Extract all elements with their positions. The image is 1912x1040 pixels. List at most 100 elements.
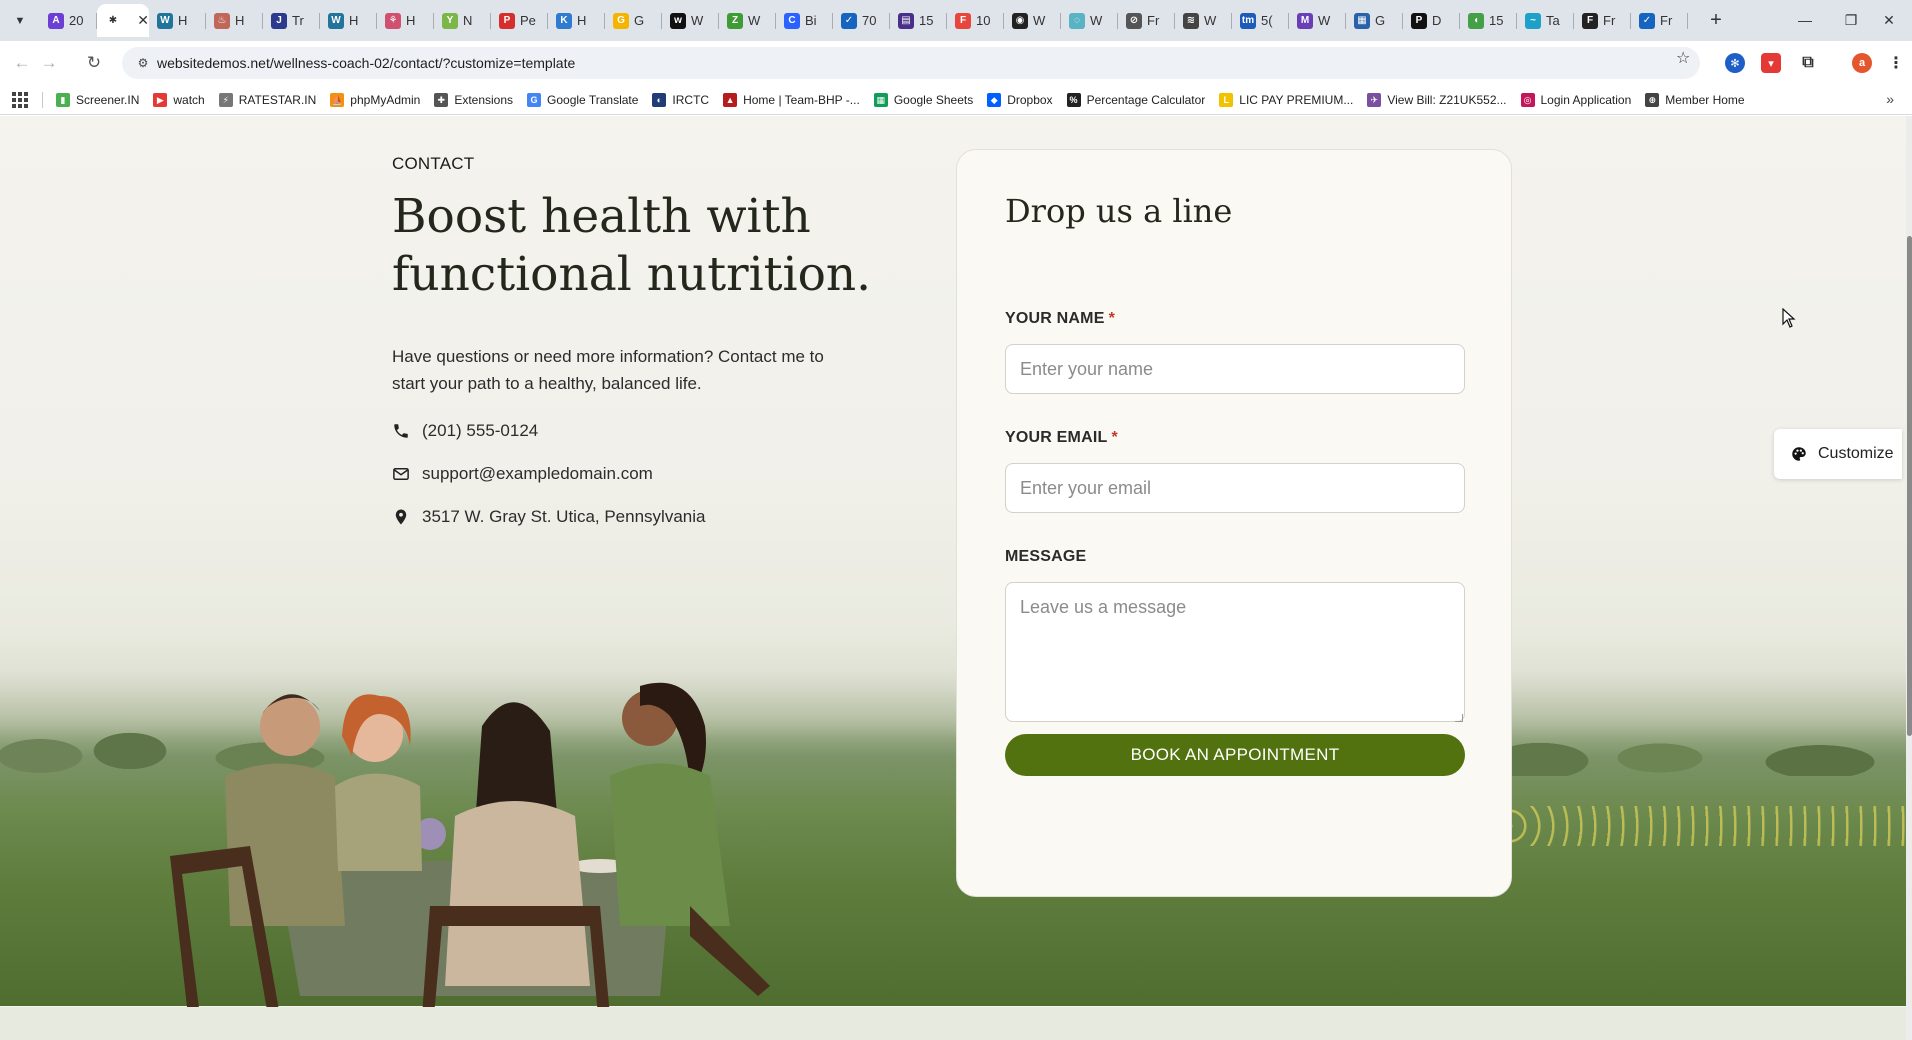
extension-globe-icon[interactable]: ✻ xyxy=(1725,53,1745,73)
message-textarea[interactable] xyxy=(1005,582,1465,722)
bookmark-label: Dropbox xyxy=(1007,93,1053,107)
bookmark-item[interactable]: L LIC PAY PREMIUM... xyxy=(1219,93,1353,107)
tab-favicon-icon: ⚘ xyxy=(385,12,401,29)
email-text[interactable]: support@exampledomain.com xyxy=(422,464,653,484)
tab-close-icon[interactable]: ✕ xyxy=(137,12,149,29)
tab-favicon-icon: tm xyxy=(1240,12,1256,29)
tab-favicon-icon: F xyxy=(1582,12,1598,29)
bookmark-favicon-icon: ⛵ xyxy=(330,93,345,107)
tab-favicon-icon: w xyxy=(670,12,686,29)
tab-favicon-icon: C xyxy=(784,12,800,29)
message-label: MESSAGE xyxy=(1005,548,1087,565)
tab-favicon-icon: M xyxy=(1297,12,1313,29)
browser-tab[interactable]: MW xyxy=(1289,4,1346,37)
browser-tab[interactable]: ✓ Fr xyxy=(1631,4,1688,37)
new-tab-plus-icon[interactable]: + xyxy=(1704,8,1728,32)
page-scrollbar-thumb[interactable] xyxy=(1907,236,1912,736)
book-appointment-button[interactable]: BOOK AN APPOINTMENT xyxy=(1005,734,1465,776)
url-text[interactable]: websitedemos.net/wellness-coach-02/conta… xyxy=(157,55,575,71)
browser-tab[interactable]: ▤ 15 xyxy=(890,4,947,37)
browser-tab[interactable]: ⚘ H xyxy=(377,4,434,37)
bookmark-item[interactable]: ✚ Extensions xyxy=(434,93,513,107)
email-field[interactable] xyxy=(1005,463,1465,513)
browser-tab[interactable]: YN xyxy=(434,4,491,37)
phone-row[interactable]: (201) 555-0124 xyxy=(392,421,538,441)
browser-tab-bar: ▼ A 20 ✱ ✕ W H ♨ H J Tr W H ⚘ H Y N P Pe K H G Gw W Z W C Bi ✓ 70 ▤ 15… xyxy=(0,0,1912,41)
bookmark-item[interactable]: ⛵ phpMyAdmin xyxy=(330,93,420,107)
bookmark-item[interactable]: ⚡ RATESTAR.IN xyxy=(218,93,316,107)
bookmark-item[interactable]: ◎ Login Application xyxy=(1520,93,1632,107)
required-asterisk: * xyxy=(1108,310,1116,327)
bookmark-label: phpMyAdmin xyxy=(350,93,421,107)
browser-tab[interactable]: ≋ W xyxy=(1175,4,1232,37)
forward-arrow-icon[interactable]: → xyxy=(36,50,62,76)
browser-tab[interactable]: ZW xyxy=(719,4,776,37)
close-window-icon[interactable]: ✕ xyxy=(1866,6,1912,34)
browser-tab[interactable]: J Tr xyxy=(263,4,320,37)
bookmark-item[interactable]: ▦ Google Sheets xyxy=(873,93,973,107)
browser-tab[interactable]: ♨ H xyxy=(206,4,263,37)
tab-title: 10 xyxy=(976,13,991,28)
back-arrow-icon[interactable]: ← xyxy=(9,50,35,76)
browser-tab[interactable]: ◌ W xyxy=(1061,4,1118,37)
bookmark-label: Member Home xyxy=(1665,93,1745,107)
browser-tab[interactable]: ◖ 15 xyxy=(1460,4,1517,37)
name-field[interactable] xyxy=(1005,344,1465,394)
browser-tab[interactable]: ▦ G xyxy=(1346,4,1403,37)
bookmark-item[interactable]: ⊕ Member Home xyxy=(1645,93,1745,107)
site-settings-icon[interactable]: ⚙ xyxy=(134,54,152,72)
browser-tab[interactable]: ~ Ta xyxy=(1517,4,1574,37)
profile-avatar[interactable]: a xyxy=(1852,53,1872,73)
bookmark-item[interactable]: ◐ IRCTC xyxy=(652,93,709,107)
browser-tab[interactable]: KH xyxy=(548,4,605,37)
browser-tab[interactable]: ◉ W xyxy=(1004,4,1061,37)
browser-tab[interactable]: WH xyxy=(149,4,206,37)
browser-tab[interactable]: ⊘ Fr xyxy=(1118,4,1175,37)
extensions-puzzle-icon[interactable]: ⧉ xyxy=(1798,53,1818,73)
bookmark-item[interactable]: % Percentage Calculator xyxy=(1066,93,1205,107)
browser-menu-icon[interactable]: ⋮ xyxy=(1886,53,1906,73)
browser-tab[interactable]: tm 5( xyxy=(1232,4,1289,37)
tab-search-chevron-icon[interactable]: ▼ xyxy=(8,10,32,32)
browser-tab[interactable]: wW xyxy=(662,4,719,37)
browser-tab[interactable]: PD xyxy=(1403,4,1460,37)
bookmark-label: Screener.IN xyxy=(76,93,140,107)
extension-shield-icon[interactable]: ▾ xyxy=(1761,53,1781,73)
bookmark-item[interactable]: ▲ Home | Team-BHP -... xyxy=(723,93,860,107)
browser-tab[interactable]: F 10 xyxy=(947,4,1004,37)
bookmark-item[interactable]: ◆ Dropbox xyxy=(987,93,1053,107)
apps-grid-icon[interactable] xyxy=(12,92,28,108)
customize-button[interactable]: Customize xyxy=(1774,429,1902,479)
bookmarks-overflow-chevron-icon[interactable]: » xyxy=(1886,91,1894,107)
reload-icon[interactable]: ↻ xyxy=(81,50,107,76)
tab-title: 70 xyxy=(862,13,877,28)
location-pin-icon xyxy=(395,509,407,525)
bookmark-favicon-icon: ◎ xyxy=(1520,93,1535,107)
browser-tab[interactable]: ✓ 70 xyxy=(833,4,890,37)
browser-tab[interactable]: A 20 xyxy=(40,4,97,37)
bookmark-item[interactable]: ▶ watch xyxy=(153,93,205,107)
phone-text[interactable]: (201) 555-0124 xyxy=(422,421,538,441)
bookmark-label: Login Application xyxy=(1540,93,1632,107)
browser-tab[interactable]: GG xyxy=(605,4,662,37)
customize-label[interactable]: Customize xyxy=(1818,445,1894,463)
browser-tab[interactable]: P Pe xyxy=(491,4,548,37)
address-bar[interactable]: ⚙ websitedemos.net/wellness-coach-02/con… xyxy=(122,47,1700,79)
bookmark-favicon-icon: ⊕ xyxy=(1645,93,1660,107)
bookmark-favicon-icon: L xyxy=(1219,93,1234,107)
tab-title: H xyxy=(577,13,587,28)
tab-title: H xyxy=(406,13,416,28)
browser-tab[interactable]: C Bi xyxy=(776,4,833,37)
browser-tab-active[interactable]: ✱ ✕ xyxy=(97,4,149,37)
textarea-resize-handle[interactable] xyxy=(1455,714,1463,722)
bookmark-favicon-icon: ▲ xyxy=(723,93,738,107)
tab-title: W xyxy=(1318,13,1331,28)
bookmark-star-icon[interactable]: ☆ xyxy=(1676,48,1690,68)
bookmark-item[interactable]: ✈ View Bill: Z21UK552... xyxy=(1367,93,1507,107)
bookmark-item[interactable]: G Google Translate xyxy=(527,93,638,107)
email-row[interactable]: support@exampledomain.com xyxy=(392,464,653,484)
minimize-icon[interactable]: — xyxy=(1782,6,1828,34)
browser-tab[interactable]: F Fr xyxy=(1574,4,1631,37)
bookmark-item[interactable]: ▮ Screener.IN xyxy=(56,93,139,107)
browser-tab[interactable]: WH xyxy=(320,4,377,37)
